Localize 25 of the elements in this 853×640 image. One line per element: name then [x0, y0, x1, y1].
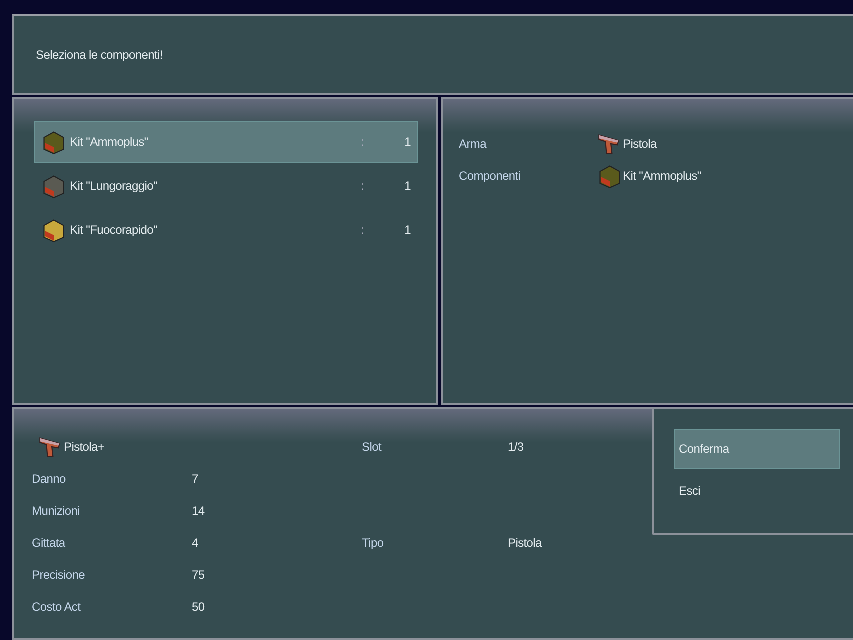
- help-text: Seleziona le componenti!: [36, 48, 163, 62]
- recipe-label: Arma: [459, 137, 488, 151]
- stat-label: Costo Act: [32, 600, 82, 614]
- stat-value: 1/3: [508, 440, 525, 454]
- stat-value: 50: [192, 600, 206, 614]
- stat-value: 4: [192, 536, 200, 550]
- stat-label: Precisione: [32, 568, 86, 582]
- item-row[interactable]: Kit "Lungoraggio" : 1: [34, 165, 418, 207]
- stat-label: Gittata: [32, 536, 66, 550]
- recipe-label: Componenti: [459, 169, 522, 183]
- command-option[interactable]: Conferma: [674, 429, 840, 469]
- stat-value: 75: [192, 568, 206, 582]
- recipe-value: Pistola: [623, 137, 657, 151]
- item-row[interactable]: Kit "Fuocorapido" : 1: [34, 209, 418, 251]
- stat-label: Slot: [362, 440, 383, 454]
- stat-label: Tipo: [362, 536, 385, 550]
- result-name: Pistola+: [64, 440, 105, 454]
- command-option[interactable]: Esci: [674, 471, 840, 511]
- recipe-value: Kit "Ammoplus": [623, 169, 702, 183]
- stat-value: 14: [192, 504, 206, 518]
- stat-label: Munizioni: [32, 504, 81, 518]
- stat-value: Pistola: [508, 536, 544, 550]
- stat-value: 7: [192, 472, 200, 486]
- item-row[interactable]: Kit "Ammoplus" : 1: [34, 121, 418, 163]
- stat-label: Danno: [32, 472, 67, 486]
